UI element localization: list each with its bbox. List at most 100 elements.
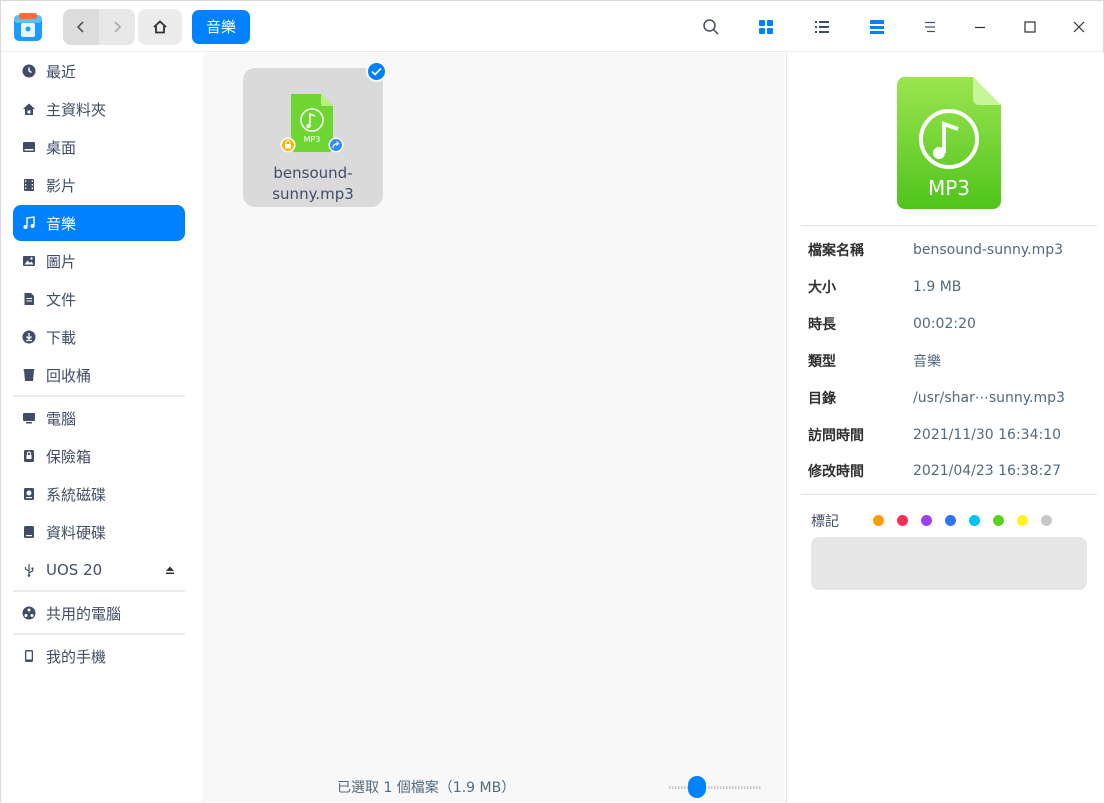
vault-icon (21, 448, 37, 464)
file-manager-logo-icon (13, 12, 43, 42)
sidebar-item-label: 音樂 (46, 214, 77, 233)
eject-button[interactable] (165, 563, 175, 579)
file-name-line: bensound- (273, 164, 353, 182)
info-key: 時長 (808, 317, 836, 333)
tag-label: 標記 (811, 514, 839, 530)
sidebar-item-music[interactable]: 音樂 (13, 205, 185, 241)
sidebar-item-label: 保險箱 (46, 447, 92, 466)
sidebar-item-data-disk[interactable]: 資料硬碟 (13, 514, 185, 550)
sidebar-item-label: UOS 20 (46, 561, 103, 579)
sidebar-item-label: 我的手機 (46, 647, 107, 666)
download-icon (21, 329, 37, 345)
image-icon (21, 253, 37, 269)
chevron-left-icon (76, 21, 84, 33)
sidebar-item-system-disk[interactable]: 系統磁碟 (13, 476, 185, 512)
info-value: bensound-sunny.mp3 (913, 242, 1064, 258)
info-value: 2021/04/23 16:38:27 (913, 463, 1062, 479)
info-key: 大小 (808, 280, 836, 296)
forward-button[interactable] (99, 9, 135, 45)
mp3-file-large-icon: MP3 (896, 77, 1001, 209)
icon-view-button[interactable] (754, 15, 778, 39)
desktop-icon (21, 139, 37, 155)
grid-view-icon (759, 20, 773, 34)
info-value: 音樂 (913, 354, 941, 370)
close-button[interactable] (1067, 15, 1091, 39)
tag-color-yellow[interactable] (1017, 515, 1028, 526)
divider (801, 494, 1097, 495)
music-icon (21, 215, 37, 231)
tag-color-gray[interactable] (1041, 515, 1052, 526)
divider (801, 225, 1097, 226)
sidebar-item-trash[interactable]: 回收桶 (13, 357, 185, 393)
sidebar-item-label: 文件 (46, 290, 77, 309)
detail-panel-button[interactable] (865, 15, 889, 39)
computer-icon (21, 410, 37, 426)
detail-panel: MP3 檔案名稱 bensound-sunny.mp3 大小 1.9 MB 時長… (786, 53, 1104, 802)
info-row-location: 目錄 /usr/shar⋯sunny.mp3 (808, 386, 1098, 410)
sidebar-item-vault[interactable]: 保險箱 (13, 438, 185, 474)
info-row-type: 類型 音樂 (808, 349, 1098, 373)
info-row-modified: 修改時間 2021/04/23 16:38:27 (808, 459, 1098, 483)
sidebar-item-label: 圖片 (46, 252, 77, 271)
sidebar-item-network[interactable]: 共用的電腦 (13, 595, 185, 631)
lock-badge-icon (280, 137, 296, 153)
detail-view-icon (870, 20, 884, 34)
sidebar-item-home[interactable]: 主資料夾 (13, 91, 185, 127)
sidebar-item-videos[interactable]: 影片 (13, 167, 185, 203)
back-button[interactable] (63, 9, 99, 45)
sidebar-item-label: 桌面 (46, 138, 77, 157)
checkmark-icon (371, 67, 382, 76)
info-key: 檔案名稱 (808, 243, 864, 259)
maximize-button[interactable] (1018, 15, 1042, 39)
sidebar-item-computer[interactable]: 電腦 (13, 400, 185, 436)
sidebar-divider (13, 633, 185, 635)
info-row-duration: 時長 00:02:20 (808, 312, 1098, 336)
tag-color-purple[interactable] (921, 515, 932, 526)
icon-size-slider[interactable] (669, 775, 761, 799)
trash-icon (21, 367, 37, 383)
minimize-button[interactable] (968, 15, 992, 39)
sidebar-item-recent[interactable]: 最近 (13, 53, 185, 89)
sidebar-item-downloads[interactable]: 下載 (13, 319, 185, 355)
minimize-icon (975, 26, 985, 29)
sidebar-item-usb-drive[interactable]: UOS 20 (13, 552, 185, 588)
sidebar-divider (13, 590, 185, 592)
sidebar-item-label: 下載 (46, 328, 77, 347)
menu-icon (925, 21, 935, 33)
file-name-line: sunny.mp3 (272, 185, 354, 203)
tag-color-green[interactable] (993, 515, 1004, 526)
share-badge-icon (328, 137, 344, 153)
list-view-button[interactable] (810, 15, 834, 39)
search-button[interactable] (699, 15, 723, 39)
tag-color-red[interactable] (897, 515, 908, 526)
tag-input[interactable] (811, 537, 1087, 590)
sidebar-item-documents[interactable]: 文件 (13, 281, 185, 317)
info-key: 修改時間 (808, 464, 864, 480)
info-value: 1.9 MB (913, 279, 962, 295)
info-key: 目錄 (808, 391, 836, 407)
info-value: /usr/shar⋯sunny.mp3 (913, 390, 1065, 406)
sidebar-item-label: 資料硬碟 (46, 523, 107, 542)
data-disk-icon (21, 524, 37, 540)
tag-color-blue[interactable] (945, 515, 956, 526)
info-value: 2021/11/30 16:34:10 (913, 427, 1062, 443)
sidebar-item-phone[interactable]: 我的手機 (13, 638, 185, 674)
sidebar-item-desktop[interactable]: 桌面 (13, 129, 185, 165)
breadcrumb-current[interactable]: 音樂 (192, 10, 251, 44)
sidebar-item-pictures[interactable]: 圖片 (13, 243, 185, 279)
tag-color-orange[interactable] (873, 515, 884, 526)
system-disk-icon (21, 486, 37, 502)
file-item[interactable]: MP3 bensound- sunny.mp3 (243, 68, 383, 207)
tag-color-cyan[interactable] (969, 515, 980, 526)
info-row-accessed: 訪問時間 2021/11/30 16:34:10 (808, 423, 1098, 447)
home-button[interactable] (138, 9, 182, 45)
film-icon (21, 177, 37, 193)
sidebar-item-label: 最近 (46, 62, 77, 81)
info-row-size: 大小 1.9 MB (808, 275, 1098, 299)
usb-icon (21, 562, 37, 578)
home-icon (21, 101, 37, 117)
main-menu-button[interactable] (918, 15, 942, 39)
slider-handle[interactable] (688, 776, 706, 798)
file-name: bensound- sunny.mp3 (243, 163, 383, 205)
search-icon (703, 19, 719, 35)
